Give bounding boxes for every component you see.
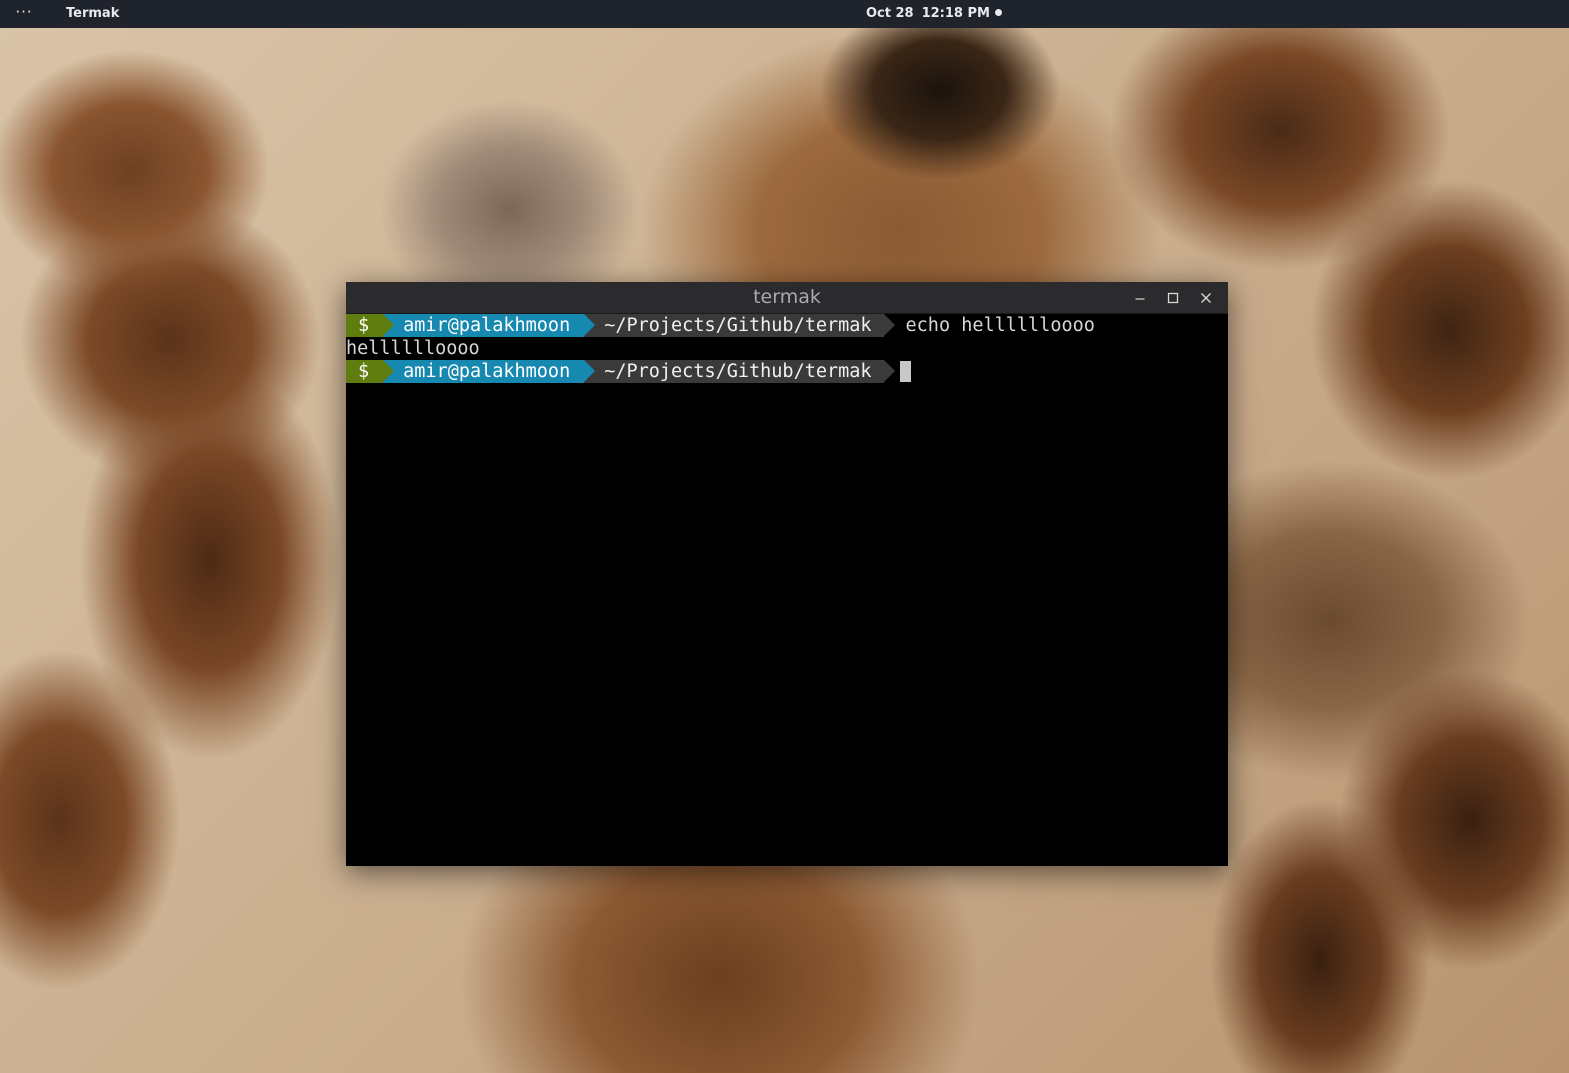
minimize-icon <box>1135 298 1145 300</box>
command-text: echo helllllloooo <box>905 315 1095 336</box>
prompt-symbol: $ <box>346 360 395 383</box>
clock-time: 12:18 PM <box>921 6 990 21</box>
activities-button[interactable]: ··· <box>10 3 38 25</box>
close-button[interactable] <box>1195 288 1217 308</box>
terminal-window[interactable]: termak $ amir@palakhmoon ~/Projects/Gith… <box>346 282 1228 866</box>
notification-dot-icon <box>994 9 1002 16</box>
clock[interactable]: Oct 28 12:18 PM <box>866 0 1002 28</box>
clock-date: Oct 28 <box>866 6 914 21</box>
terminal-body[interactable]: $ amir@palakhmoon ~/Projects/Github/term… <box>346 314 1228 866</box>
prompt-path: ~/Projects/Github/termak <box>584 360 895 383</box>
close-icon <box>1201 293 1211 303</box>
minimize-button[interactable] <box>1129 288 1151 308</box>
terminal-cursor <box>899 361 911 382</box>
prompt-line: $ amir@palakhmoon ~/Projects/Github/term… <box>346 360 1228 383</box>
prompt-user-host: amir@palakhmoon <box>383 360 596 383</box>
prompt-user-host: amir@palakhmoon <box>383 314 596 337</box>
desktop: ··· Termak Oct 28 12:18 PM termak $ amir… <box>0 0 1569 1073</box>
top-bar: ··· Termak Oct 28 12:18 PM <box>0 0 1569 28</box>
window-title: termak <box>753 286 821 308</box>
prompt-path: ~/Projects/Github/termak <box>584 314 895 337</box>
app-menu[interactable]: Termak <box>58 0 127 28</box>
maximize-button[interactable] <box>1162 288 1184 308</box>
maximize-icon <box>1167 292 1179 304</box>
prompt-line: $ amir@palakhmoon ~/Projects/Github/term… <box>346 314 1228 337</box>
output-line: helllllloooo <box>346 338 480 359</box>
prompt-symbol: $ <box>346 314 395 337</box>
window-titlebar[interactable]: termak <box>346 282 1228 314</box>
